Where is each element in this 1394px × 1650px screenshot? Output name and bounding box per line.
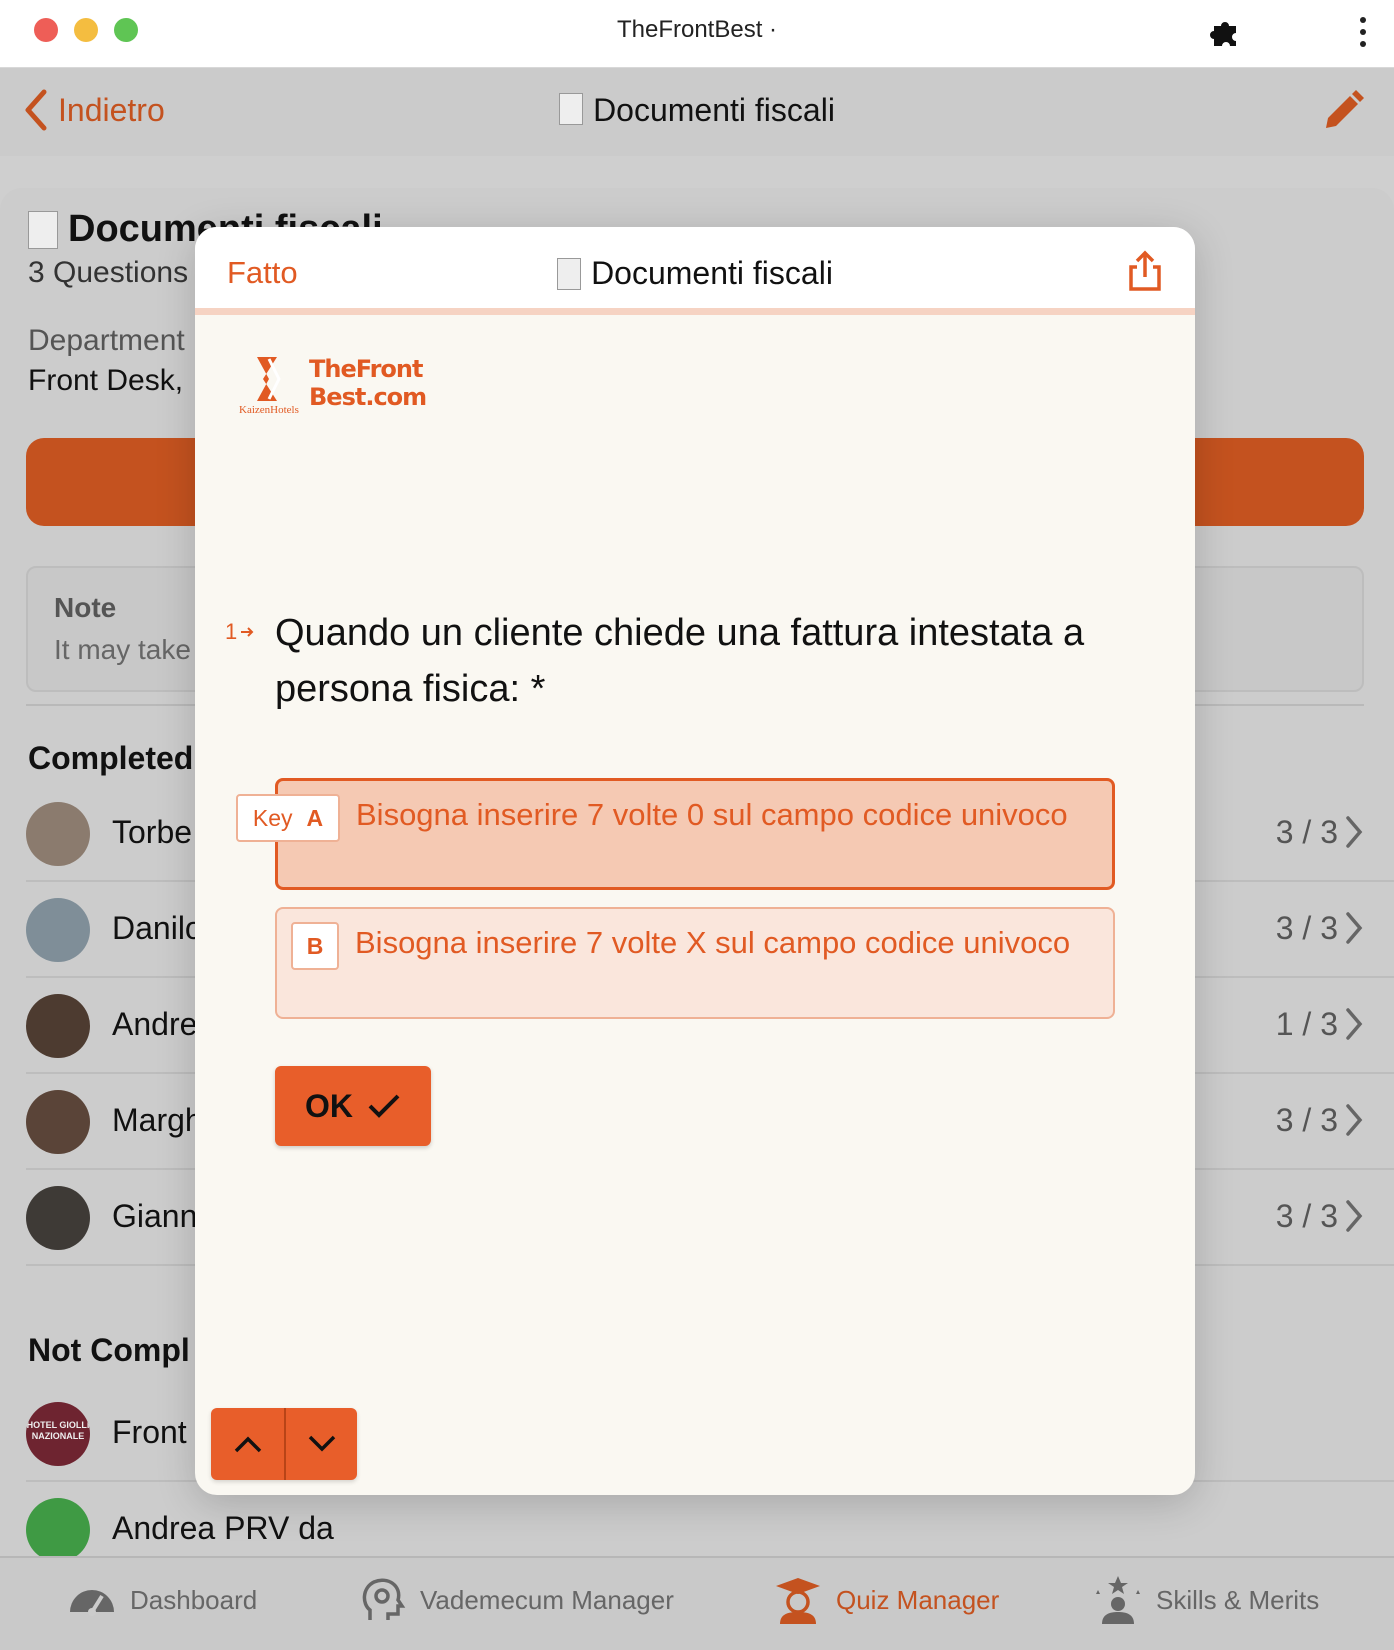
gauge-icon — [70, 1590, 114, 1616]
tab-quiz-manager[interactable]: Quiz Manager — [772, 1574, 999, 1626]
option-a-text: Bisogna inserire 7 volte 0 sul campo cod… — [356, 797, 1068, 832]
chevron-right-icon — [1346, 1104, 1363, 1136]
question-text: Quando un cliente chiede una fattura int… — [275, 612, 1085, 710]
chevron-down-icon — [308, 1435, 335, 1452]
arrow-right-icon — [241, 627, 254, 637]
note-title: Note — [54, 592, 117, 623]
chevron-right-icon — [1346, 1200, 1363, 1232]
brain-gear-icon — [362, 1578, 406, 1620]
extensions-puzzle-icon[interactable] — [1208, 14, 1244, 50]
modal-title: Documenti fiscali — [195, 255, 1195, 292]
avatar — [26, 1090, 90, 1154]
stars-person-icon — [1096, 1576, 1140, 1624]
chevron-right-icon — [1346, 912, 1363, 944]
key-box-b: B — [291, 922, 339, 970]
modal-header: Fatto Documenti fiscali — [195, 227, 1195, 315]
tab-skills-merits[interactable]: Skills & Merits — [1092, 1574, 1319, 1626]
department-label: Department — [28, 324, 185, 357]
graduate-icon — [776, 1578, 820, 1624]
tab-vademecum-manager[interactable]: Vademecum Manager — [356, 1574, 674, 1626]
key-hint-a: Key A — [236, 794, 340, 842]
page-title: Documenti fiscali — [0, 92, 1394, 129]
avatar — [26, 994, 90, 1058]
receipt-icon — [28, 210, 58, 249]
answer-option-a[interactable]: Bisogna inserire 7 volte 0 sul campo cod… — [275, 778, 1115, 890]
chevron-right-icon — [1346, 816, 1363, 848]
avatar — [26, 898, 90, 962]
chevron-up-icon — [234, 1436, 261, 1453]
note-text: It may take — [54, 634, 191, 665]
chevron-right-icon — [1346, 1008, 1363, 1040]
logo-text: TheFront Best.com — [309, 355, 427, 411]
avatar — [26, 1186, 90, 1250]
window-title: TheFrontBest · — [616, 16, 778, 43]
department-value: Front Desk, — [28, 364, 184, 397]
completed-section-title: Completed — [28, 740, 194, 776]
previous-question-button[interactable] — [211, 1408, 284, 1480]
checkmark-icon — [368, 1094, 400, 1118]
svg-text:KaizenHotels: KaizenHotels — [239, 404, 299, 416]
avatar — [26, 1498, 90, 1562]
edit-pencil-icon[interactable] — [1320, 86, 1366, 132]
next-question-button[interactable] — [284, 1408, 357, 1480]
tab-dashboard[interactable]: Dashboard — [66, 1574, 257, 1626]
hotel-logo-avatar: HOTEL GIOLLI NAZIONALE — [26, 1402, 90, 1466]
option-b-text: Bisogna inserire 7 volte X sul campo cod… — [355, 925, 1071, 960]
receipt-icon — [559, 93, 584, 125]
bottom-tab-bar: Dashboard Vademecum Manager Quiz Manager… — [0, 1556, 1394, 1650]
ok-button[interactable]: OK — [275, 1066, 431, 1146]
window-titlebar: TheFrontBest · — [0, 0, 1394, 68]
answer-option-b[interactable]: Bisogna inserire 7 volte X sul campo cod… — [275, 907, 1115, 1019]
quiz-modal: Fatto Documenti fiscali KaizenHotels The… — [195, 227, 1195, 1495]
avatar — [26, 802, 90, 866]
receipt-icon — [557, 257, 582, 290]
more-menu-icon[interactable] — [1350, 12, 1376, 52]
questions-count: 3 Questions — [28, 256, 189, 289]
not-completed-section-title: Not Compl — [28, 1332, 190, 1368]
navigation-bar: Indietro Documenti fiscali — [0, 68, 1394, 156]
share-icon[interactable] — [1127, 249, 1163, 293]
question-number: 1 — [225, 619, 255, 645]
question-nav-buttons — [211, 1408, 357, 1480]
